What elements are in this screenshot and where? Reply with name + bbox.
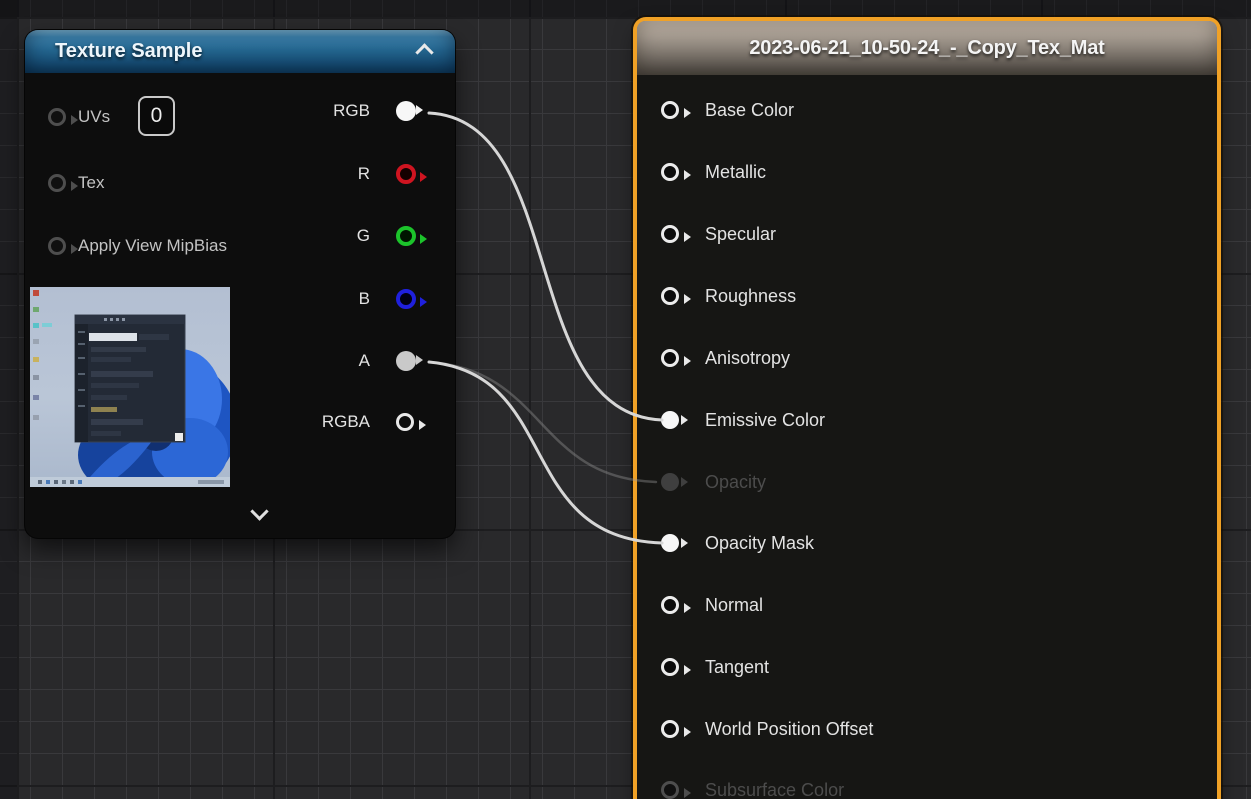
pin-r[interactable]: [396, 164, 416, 184]
output-label: RGBA: [322, 412, 370, 432]
material-input-row: Roughness: [661, 281, 796, 311]
pin-opacity-mask[interactable]: [661, 534, 679, 552]
pin-emissive-color[interactable]: [661, 411, 679, 429]
material-node-header[interactable]: 2023-06-21_10-50-24_-_Copy_Tex_Mat: [637, 21, 1217, 75]
pin-roughness[interactable]: [661, 287, 679, 305]
screenshot-window: [75, 315, 185, 442]
input-row-apply-view-mipbias: Apply View MipBias: [48, 231, 227, 261]
material-input-row: Base Color: [661, 95, 794, 125]
grid-major-band-top: [0, 0, 1251, 17]
material-input-row: Opacity: [661, 467, 766, 497]
texture-sample-node[interactable]: Texture Sample UVs 0 Tex Apply View MipB…: [25, 30, 455, 538]
pin-world-position-offset[interactable]: [661, 720, 679, 738]
pin-metallic[interactable]: [661, 163, 679, 181]
pin-base-color[interactable]: [661, 101, 679, 119]
material-input-row: Normal: [661, 590, 763, 620]
pin-rgb[interactable]: [396, 101, 416, 121]
pin-rgba[interactable]: [396, 413, 414, 431]
material-input-label: Opacity: [705, 472, 766, 493]
material-input-row: Tangent: [661, 652, 769, 682]
pin-tangent[interactable]: [661, 658, 679, 676]
input-row-uvs: UVs: [48, 102, 110, 132]
material-input-row: Anisotropy: [661, 343, 790, 373]
output-row-rgba: RGBA: [396, 407, 436, 437]
output-label: R: [358, 164, 370, 184]
uvs-value: 0: [151, 104, 163, 128]
output-row-rgb: RGB: [396, 96, 436, 126]
material-input-label: World Position Offset: [705, 719, 873, 740]
material-input-row: Subsurface Color: [661, 775, 844, 799]
material-input-label: Normal: [705, 595, 763, 616]
output-label: RGB: [333, 101, 370, 121]
material-input-row: World Position Offset: [661, 714, 873, 744]
wire-rgb-to-emissive[interactable]: [429, 113, 662, 420]
input-label: Tex: [78, 173, 104, 193]
material-input-label: Subsurface Color: [705, 780, 844, 799]
chevron-up-icon[interactable]: [415, 43, 433, 61]
pin-specular[interactable]: [661, 225, 679, 243]
material-input-label: Base Color: [705, 100, 794, 121]
pin-anisotropy[interactable]: [661, 349, 679, 367]
input-label: Apply View MipBias: [78, 236, 227, 256]
output-label: G: [357, 226, 370, 246]
texture-sample-node-header[interactable]: Texture Sample: [25, 30, 455, 73]
material-input-row: Metallic: [661, 157, 766, 187]
wire-a-to-opacity[interactable]: [429, 362, 656, 482]
chevron-down-icon[interactable]: [250, 502, 268, 520]
taskbar: [30, 477, 230, 487]
material-graph-canvas[interactable]: Texture Sample UVs 0 Tex Apply View MipB…: [0, 0, 1251, 799]
texture-preview-thumbnail: [30, 287, 230, 487]
output-row-r: R: [396, 159, 436, 189]
material-input-label: Anisotropy: [705, 348, 790, 369]
texture-sample-node-title: Texture Sample: [55, 30, 202, 73]
grid-major-band-left: [0, 0, 17, 799]
material-input-label: Tangent: [705, 657, 769, 678]
material-node-title: 2023-06-21_10-50-24_-_Copy_Tex_Mat: [637, 21, 1217, 75]
pin-g[interactable]: [396, 226, 416, 246]
output-row-b: B: [396, 284, 436, 314]
material-input-label: Specular: [705, 224, 776, 245]
output-row-g: G: [396, 221, 436, 251]
material-input-label: Emissive Color: [705, 410, 825, 431]
pin-opacity[interactable]: [661, 473, 679, 491]
material-input-label: Opacity Mask: [705, 533, 814, 554]
wire-a-to-opacity-mask[interactable]: [429, 362, 662, 543]
uvs-value-box[interactable]: 0: [138, 96, 175, 136]
input-label: UVs: [78, 107, 110, 127]
output-label: B: [359, 289, 370, 309]
output-label: A: [359, 351, 370, 371]
output-row-a: A: [396, 346, 436, 376]
pin-uvs[interactable]: [48, 108, 66, 126]
material-output-node[interactable]: 2023-06-21_10-50-24_-_Copy_Tex_Mat Base …: [637, 21, 1217, 799]
pin-normal[interactable]: [661, 596, 679, 614]
material-input-row: Opacity Mask: [661, 528, 814, 558]
pin-a[interactable]: [396, 351, 416, 371]
pin-apply-view-mipbias[interactable]: [48, 237, 66, 255]
material-input-label: Roughness: [705, 286, 796, 307]
material-input-label: Metallic: [705, 162, 766, 183]
pin-tex[interactable]: [48, 174, 66, 192]
material-input-row: Emissive Color: [661, 405, 825, 435]
pin-b[interactable]: [396, 289, 416, 309]
input-row-tex: Tex: [48, 168, 104, 198]
material-input-row: Specular: [661, 219, 776, 249]
pin-subsurface-color[interactable]: [661, 781, 679, 799]
